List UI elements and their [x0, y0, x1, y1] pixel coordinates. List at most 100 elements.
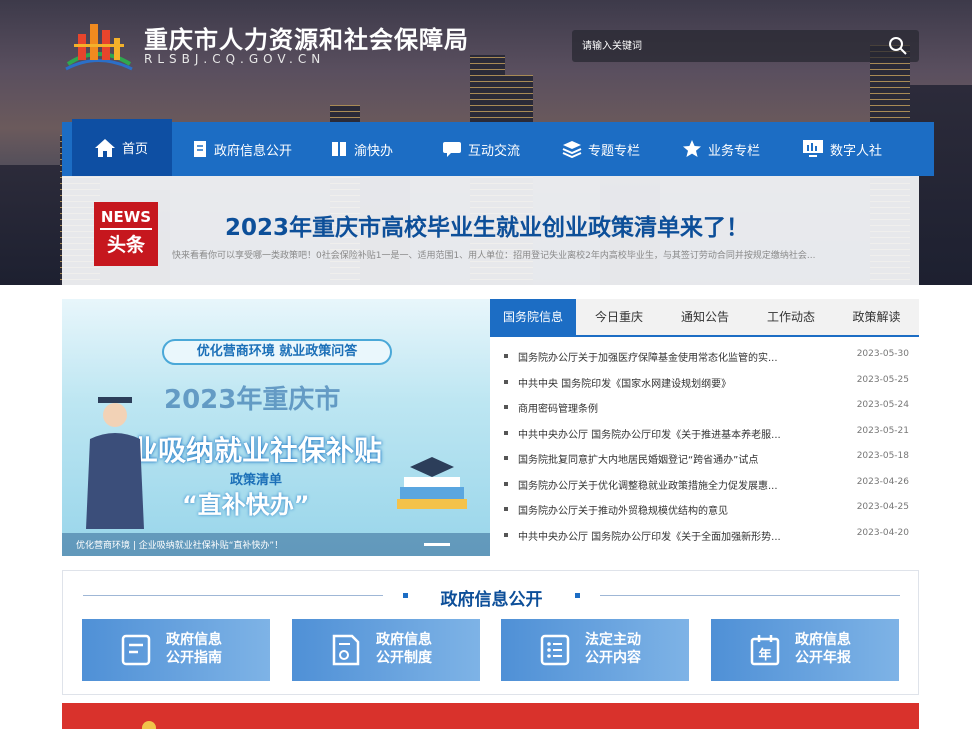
news-date: 2023-05-30: [856, 349, 909, 359]
tab-notices[interactable]: 通知公告: [662, 299, 748, 335]
card-label: 政府信息 公开指南: [166, 631, 222, 667]
list-item[interactable]: 中共中央 国务院印发《国家水网建设规划纲要》 2023-05-25: [504, 372, 909, 398]
card-line2: 公开制度: [376, 650, 432, 666]
chat-icon: [443, 142, 461, 157]
card-line1: 政府信息: [376, 632, 432, 648]
party-banner[interactable]: [62, 703, 919, 729]
news-badge: NEWS 头条: [94, 202, 158, 266]
document-icon: [194, 141, 206, 157]
section-title: 政府信息公开: [440, 590, 543, 610]
bullet: [504, 456, 508, 460]
banner-year: 2023年重庆市: [164, 385, 341, 415]
site-url: RLSBJ.CQ.GOV.CN: [144, 52, 326, 66]
building: [910, 85, 972, 285]
tab-state-council[interactable]: 国务院信息: [490, 299, 576, 335]
bullet: [504, 507, 508, 511]
bullet: [504, 354, 508, 358]
news-title: 国务院办公厅关于加强医疗保障基金使用常态化监管的实...: [518, 353, 778, 364]
card-label: 政府信息 公开年报: [795, 631, 851, 667]
divider: [600, 595, 900, 596]
books-illustration: [397, 457, 467, 509]
news-date: 2023-04-25: [856, 502, 909, 512]
badge-toutiao: 头条: [106, 234, 145, 256]
list-item[interactable]: 国务院办公厅关于优化调整稳就业政策措施全力促发展惠... 2023-04-26: [504, 474, 909, 500]
list-item[interactable]: 国务院办公厅关于推动外贸稳规模优结构的意见 2023-04-25: [504, 499, 909, 525]
nav-label: 首页: [122, 142, 149, 157]
nav-label: 数字人社: [830, 143, 883, 159]
card-label: 法定主动 公开内容: [585, 631, 641, 667]
nav-label: 政府信息公开: [214, 143, 293, 159]
main-nav: 首页 政府信息公开 渝快办 互动交流 专题专栏 业务专栏 数字人社: [62, 119, 934, 176]
nav-label: 渝快办: [354, 143, 394, 159]
list-item[interactable]: 国务院办公厅关于加强医疗保障基金使用常态化监管的实... 2023-05-30: [504, 346, 909, 372]
badge-news: NEWS: [100, 206, 152, 230]
gov-card-content[interactable]: 法定主动 公开内容: [501, 619, 689, 681]
bureau-logo: [65, 24, 133, 71]
card-line1: 法定主动: [585, 632, 641, 648]
bullet: [504, 481, 508, 486]
nav-item-yukuaiban[interactable]: 渝快办: [330, 122, 420, 176]
tab-today-chongqing[interactable]: 今日重庆: [576, 299, 662, 335]
news-list: 国务院办公厅关于加强医疗保障基金使用常态化监管的实... 2023-05-30 中…: [504, 346, 909, 550]
nav-item-gov-info[interactable]: 政府信息公开: [192, 122, 312, 176]
banner-caption-bar: 优化营商环境 | 企业吸纳就业社保补贴“直补快办”！: [62, 533, 490, 556]
star-icon: [683, 140, 701, 157]
monitor-icon: [803, 140, 823, 157]
list-item[interactable]: 中共中央办公厅 国务院办公厅印发《关于推进基本养老服... 2023-05-21: [504, 423, 909, 449]
search-input[interactable]: [582, 36, 872, 56]
news-title: 中共中央办公厅 国务院办公厅印发《关于推进基本养老服...: [518, 429, 781, 441]
tab-policy-interpretation[interactable]: 政策解读: [834, 299, 919, 335]
site-title: 重庆市人力资源和社会保障局: [144, 26, 469, 54]
gov-card-annual-report[interactable]: 年 政府信息 公开年报: [711, 619, 899, 681]
banner-caption: 优化营商环境 | 企业吸纳就业社保补贴“直补快办”！: [76, 541, 284, 551]
news-title: 中共中央 国务院印发《国家水网建设规划纲要》: [518, 378, 732, 390]
tab-work-updates[interactable]: 工作动态: [748, 299, 834, 335]
banner-slogan: “直补快办”: [182, 491, 310, 519]
calendar-icon-text: 年: [758, 647, 771, 663]
card-line2: 公开内容: [585, 650, 641, 666]
news-title: 商用密码管理条例: [518, 404, 598, 415]
gov-card-regulation[interactable]: 政府信息 公开制度: [292, 619, 480, 681]
policy-banner[interactable]: 优化营商环境 就业政策问答 2023年重庆市 企业吸纳就业社保补贴 政策清单 “…: [62, 299, 490, 556]
hero-background: 重庆市人力资源和社会保障局 RLSBJ.CQ.GOV.CN 首页 政府信息公开: [0, 0, 972, 285]
list-item[interactable]: 国务院批复同意扩大内地居民婚姻登记“跨省通办”试点 2023-05-18: [504, 448, 909, 474]
bullet: [504, 379, 508, 384]
news-title: 国务院办公厅关于优化调整稳就业政策措施全力促发展惠...: [518, 480, 778, 492]
gov-info-panel: 政府信息公开 政府信息 公开指南 政府信息 公开制度 法定主动 公开内容 年 政…: [62, 570, 919, 695]
emblem-icon: [142, 721, 156, 729]
list-item[interactable]: 中共中央办公厅 国务院办公厅印发《关于全面加强新形势... 2023-04-20: [504, 525, 909, 551]
bullet: [504, 430, 508, 435]
news-date: 2023-05-21: [856, 425, 909, 436]
nav-item-digital[interactable]: 数字人社: [802, 122, 912, 176]
card-label: 政府信息 公开制度: [376, 631, 432, 667]
news-date: 2023-04-20: [856, 527, 909, 538]
card-line2: 公开年报: [795, 650, 851, 666]
building: [0, 165, 60, 285]
layers-icon: [562, 141, 582, 158]
card-line2: 公开指南: [166, 650, 222, 666]
headline-box: NEWS 头条 2023年重庆市高校毕业生就业创业政策清单来了！ 快来看看你可以…: [62, 176, 919, 285]
nav-item-home[interactable]: 首页: [72, 119, 172, 176]
book-icon: [332, 142, 346, 156]
news-title: 国务院批复同意扩大内地居民婚姻登记“跨省通办”试点: [518, 455, 759, 466]
bullet: [504, 405, 508, 409]
regulation-icon: [332, 634, 360, 666]
headline-link[interactable]: 2023年重庆市高校毕业生就业创业政策清单来了！: [225, 208, 749, 242]
nav-item-special-topics[interactable]: 专题专栏: [562, 122, 662, 176]
nav-label: 业务专栏: [708, 143, 761, 159]
bullet: [504, 532, 508, 537]
nav-item-business[interactable]: 业务专栏: [682, 122, 782, 176]
nav-item-interaction[interactable]: 互动交流: [442, 122, 542, 176]
list-item[interactable]: 商用密码管理条例 2023-05-24: [504, 397, 909, 423]
news-date: 2023-04-26: [856, 476, 909, 487]
guide-icon: [121, 634, 151, 666]
banner-pill: 优化营商环境 就业政策问答: [162, 339, 392, 365]
divider-dot: [575, 593, 580, 598]
news-date: 2023-05-25: [856, 374, 909, 385]
gov-card-guide[interactable]: 政府信息 公开指南: [82, 619, 270, 681]
nav-label: 专题专栏: [588, 143, 641, 159]
news-tabs: 国务院信息 今日重庆 通知公告 工作动态 政策解读: [490, 299, 919, 337]
search-icon[interactable]: [887, 35, 909, 57]
news-title: 中共中央办公厅 国务院办公厅印发《关于全面加强新形势...: [518, 531, 781, 543]
carousel-indicator[interactable]: [424, 543, 450, 546]
